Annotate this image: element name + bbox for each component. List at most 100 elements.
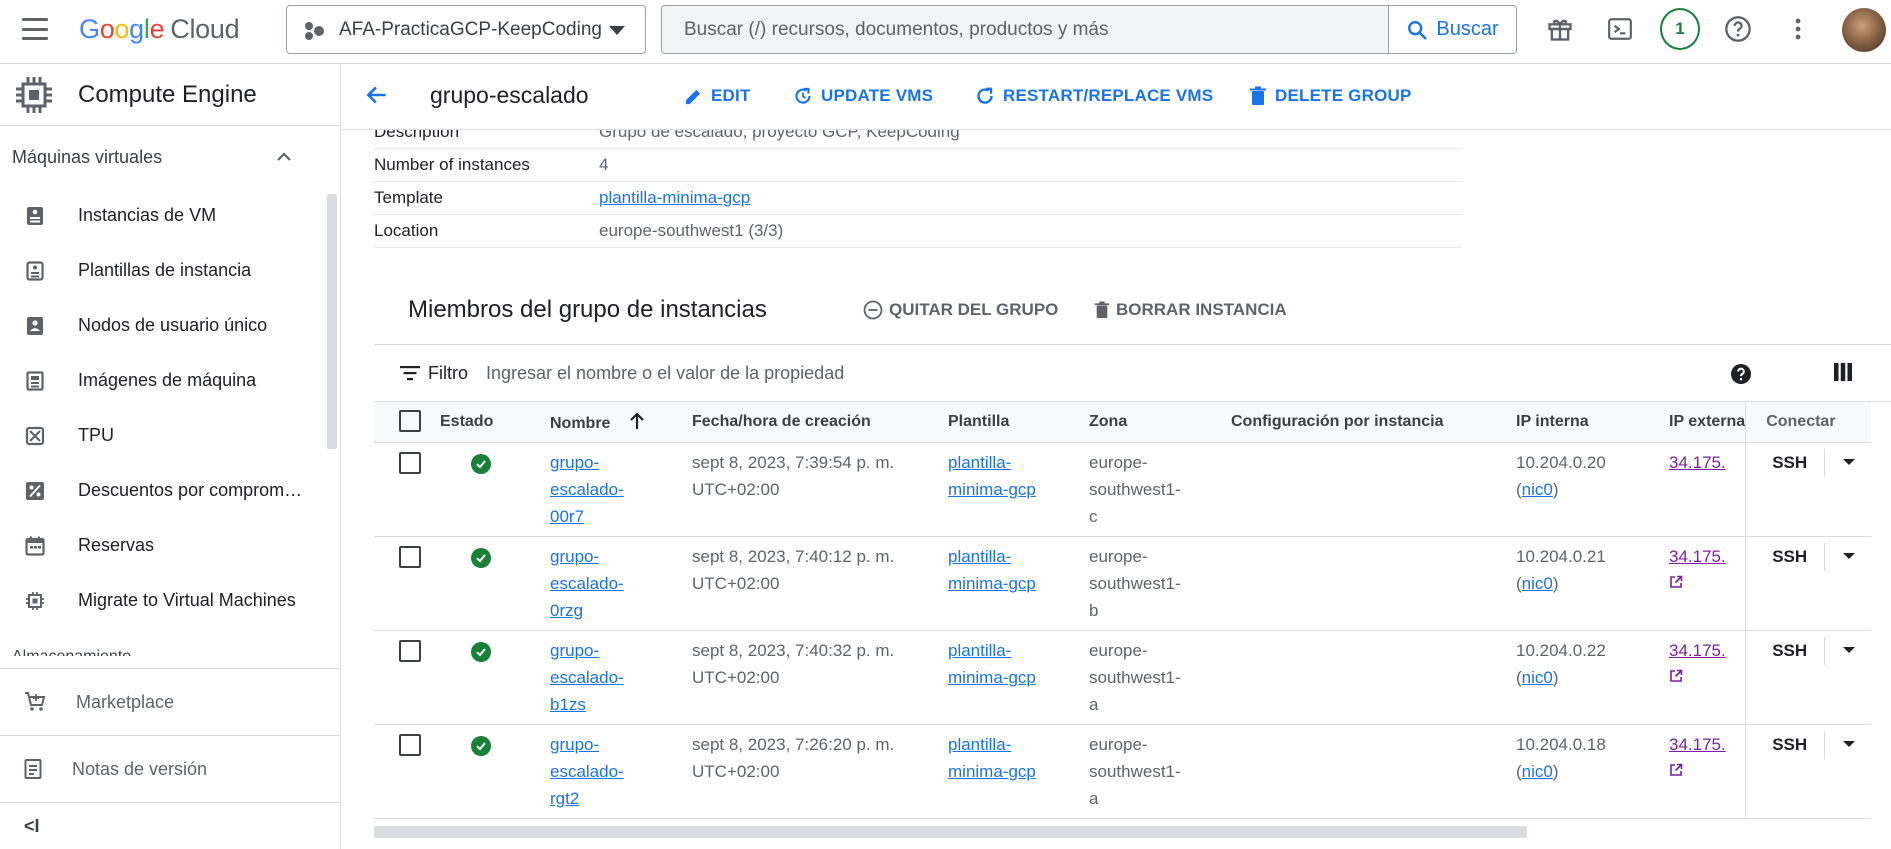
col-fecha[interactable]: Fecha/hora de creación — [692, 402, 948, 443]
help-icon[interactable] — [1718, 9, 1758, 49]
instance-name-link[interactable]: grupo-escalado- 00r7 — [550, 453, 624, 526]
sidebar-item-marketplace[interactable]: Marketplace — [0, 668, 340, 735]
project-name: AFA-PracticaGCP-KeepCoding — [339, 18, 602, 40]
open-external-icon[interactable] — [1669, 763, 1683, 777]
col-ip-externa[interactable]: IP externa — [1669, 402, 1746, 443]
sidebar-item-machine-images[interactable]: Imágenes de máquina — [0, 353, 340, 408]
project-picker[interactable]: AFA-PracticaGCP-KeepCoding — [286, 5, 646, 54]
delete-instance-label: BORRAR INSTANCIA — [1116, 300, 1287, 319]
delete-group-button[interactable]: DELETE GROUP — [1249, 86, 1412, 106]
template-link[interactable]: plantilla-minima-gcp — [599, 188, 750, 208]
external-ip-link[interactable]: 34.175. — [1669, 547, 1726, 566]
nic-link[interactable]: nic0 — [1522, 762, 1553, 781]
more-vert-icon[interactable] — [1778, 9, 1818, 49]
template-link[interactable]: plantilla-minima-gcp — [948, 735, 1036, 781]
status-ok-icon — [471, 735, 491, 756]
notifications-badge[interactable]: 1 — [1660, 8, 1700, 50]
name-part: b1zs — [550, 694, 586, 714]
sole-tenant-icon — [24, 315, 46, 337]
back-arrow-icon[interactable] — [364, 82, 390, 113]
google-cloud-logo[interactable]: Google Cloud — [79, 14, 240, 45]
restart-replace-vms-button[interactable]: RESTART/REPLACE VMS — [975, 86, 1213, 106]
cloud-shell-icon[interactable] — [1600, 9, 1640, 49]
sidebar-item-release-notes[interactable]: Notas de versión — [0, 735, 340, 802]
sidebar-item-instance-templates[interactable]: Plantillas de instancia — [0, 243, 340, 298]
select-all-checkbox[interactable] — [399, 409, 421, 432]
remove-from-group-button[interactable]: QUITAR DEL GRUPO — [863, 300, 1058, 320]
external-ip-link[interactable]: 34.175. — [1669, 641, 1726, 660]
left-navigation: Compute Engine Máquinas virtuales Instan… — [0, 64, 341, 849]
status-ok-icon — [471, 641, 491, 662]
marketplace-label: Marketplace — [76, 691, 175, 712]
external-ip-link[interactable]: 34.175. — [1669, 453, 1726, 472]
template-part: minima-gcp — [948, 573, 1036, 593]
table-row[interactable]: grupo-escalado-rgt2 sept 8, 2023, 7:26:20… — [374, 724, 1871, 819]
table-row[interactable]: grupo-escalado- 00r7 sept 8, 2023, 7:39:54… — [374, 442, 1871, 537]
delete-instance-button[interactable]: BORRAR INSTANCIA — [1094, 300, 1287, 320]
nic-link[interactable]: nic0 — [1522, 574, 1553, 593]
nic-link[interactable]: nic0 — [1522, 480, 1553, 499]
instance-name-link[interactable]: grupo-escalado-b1zs — [550, 641, 624, 714]
search-input[interactable] — [662, 6, 1388, 53]
col-zona[interactable]: Zona — [1089, 402, 1231, 443]
zone-part: europe- — [1089, 546, 1148, 566]
section-virtual-machines[interactable]: Máquinas virtuales — [0, 126, 340, 188]
gift-icon[interactable] — [1540, 9, 1580, 49]
help-icon[interactable] — [1730, 363, 1752, 390]
sidebar-item-migrate[interactable]: Migrate to Virtual Machines — [0, 573, 340, 628]
ssh-dropdown-icon[interactable] — [1842, 552, 1855, 559]
ssh-button[interactable]: SSH — [1772, 547, 1807, 566]
template-link[interactable]: plantilla-minima-gcp — [948, 453, 1036, 499]
external-ip-link[interactable]: 34.175. — [1669, 735, 1726, 754]
col-estado[interactable]: Estado — [440, 402, 550, 443]
row-checkbox[interactable] — [399, 545, 421, 568]
template-link[interactable]: plantilla-minima-gcp — [948, 641, 1036, 687]
col-nombre[interactable]: Nombre — [550, 402, 692, 443]
horizontal-scrollbar[interactable] — [374, 826, 1527, 838]
name-part: grupo- — [550, 546, 600, 566]
col-ip-interna[interactable]: IP interna — [1516, 402, 1669, 443]
nic-link[interactable]: nic0 — [1522, 668, 1553, 687]
row-checkbox[interactable] — [399, 733, 421, 756]
collapse-nav-button[interactable]: <I — [0, 802, 340, 849]
filter-input[interactable] — [486, 362, 1186, 384]
update-vms-label: UPDATE VMS — [821, 86, 934, 105]
name-part: rgt2 — [550, 788, 580, 808]
row-checkbox[interactable] — [399, 451, 421, 474]
col-plantilla[interactable]: Plantilla — [948, 402, 1089, 443]
ssh-button[interactable]: SSH — [1772, 641, 1807, 660]
ssh-button[interactable]: SSH — [1772, 453, 1807, 472]
table-row[interactable]: grupo-escalado-b1zs sept 8, 2023, 7:40:32… — [374, 630, 1871, 725]
update-vms-button[interactable]: UPDATE VMS — [793, 86, 933, 106]
property-template: Template plantilla-minima-gcp — [374, 182, 1462, 215]
collapse-icon: <I — [24, 815, 40, 836]
instance-name-link[interactable]: grupo-escalado- 0rzg — [550, 547, 624, 620]
ssh-dropdown-icon[interactable] — [1842, 458, 1855, 465]
ssh-dropdown-icon[interactable] — [1842, 740, 1855, 747]
row-checkbox[interactable] — [399, 639, 421, 662]
sidebar-item-reservations[interactable]: Reservas — [0, 518, 340, 573]
sidebar-item-sole-tenant-nodes[interactable]: Nodos de usuario único — [0, 298, 340, 353]
sidebar-item-committed-use-discounts[interactable]: Descuentos por comprom… — [0, 463, 340, 518]
template-link[interactable]: plantilla-minima-gcp — [948, 547, 1036, 593]
open-external-icon[interactable] — [1669, 669, 1683, 683]
instance-name-link[interactable]: grupo-escalado-rgt2 — [550, 735, 624, 808]
ssh-button[interactable]: SSH — [1772, 735, 1807, 754]
sidebar-item-vm-instances[interactable]: Instancias de VM — [0, 188, 340, 243]
sidebar-scrollbar[interactable] — [327, 194, 337, 449]
main-menu-icon[interactable] — [22, 18, 48, 40]
action-bar: grupo-escalado EDIT UPDATE VMS RESTART/R… — [342, 64, 1891, 130]
ssh-dropdown-icon[interactable] — [1842, 646, 1855, 653]
search-button[interactable]: Buscar — [1388, 6, 1516, 53]
table-row[interactable]: grupo-escalado- 0rzg sept 8, 2023, 7:40:12… — [374, 536, 1871, 631]
chevron-up-icon — [277, 152, 291, 161]
name-part: grupo- — [550, 640, 600, 660]
search-icon — [1408, 20, 1427, 40]
open-external-icon[interactable] — [1669, 575, 1683, 589]
column-display-options-icon[interactable] — [1834, 363, 1852, 386]
col-configuracion[interactable]: Configuración por instancia — [1231, 402, 1516, 443]
template-part: minima-gcp — [948, 479, 1036, 499]
edit-button[interactable]: EDIT — [684, 86, 751, 106]
avatar[interactable] — [1842, 8, 1886, 52]
sidebar-item-tpu[interactable]: TPU — [0, 408, 340, 463]
